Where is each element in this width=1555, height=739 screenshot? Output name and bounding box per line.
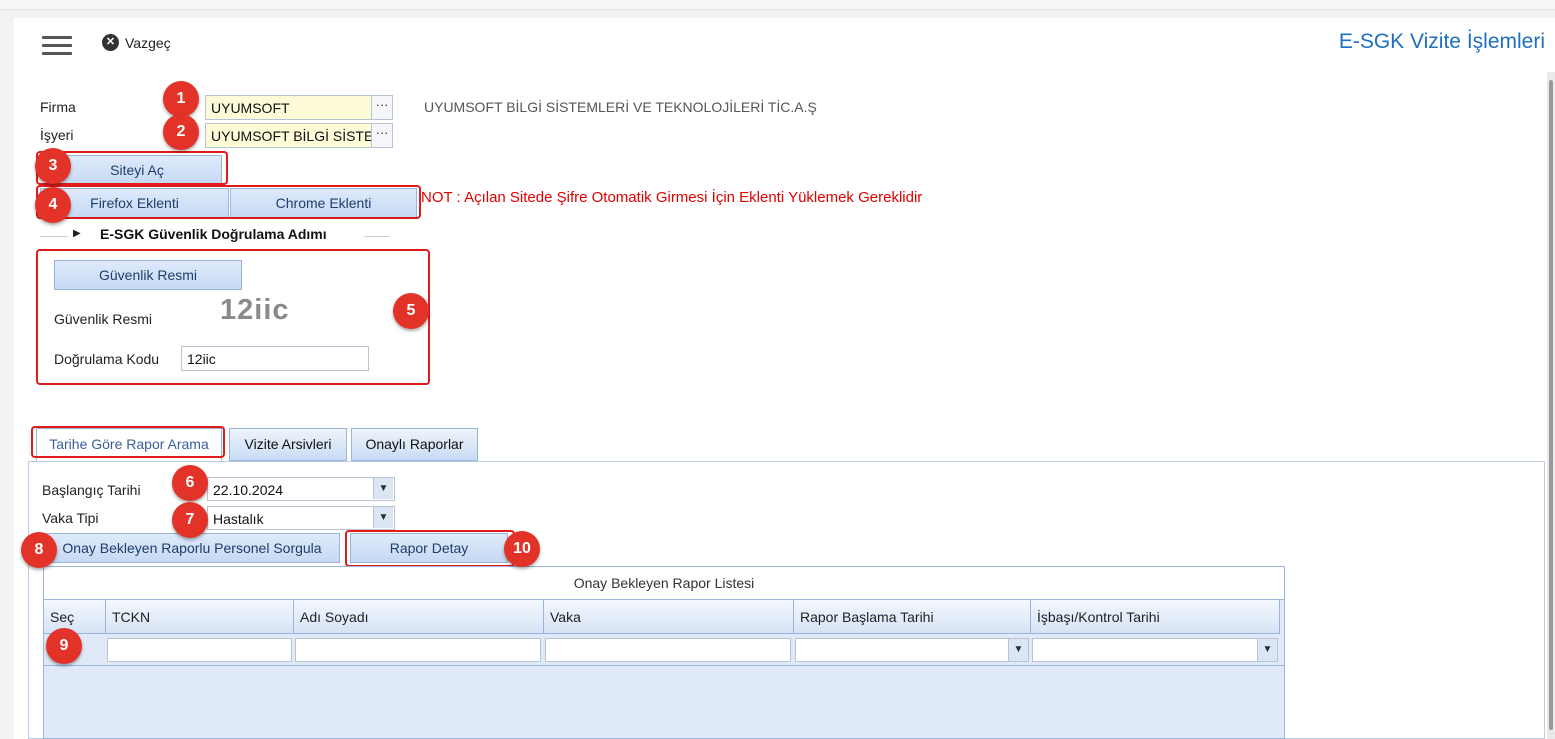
annotation-badge-1: 1 (163, 81, 199, 117)
expand-arrow-icon[interactable]: ▶ (73, 228, 81, 239)
firma-label: Firma (40, 99, 76, 115)
isyeri-input[interactable]: UYUMSOFT BİLGİ SİSTEMLERİ (205, 123, 373, 148)
chevron-down-icon[interactable]: ▼ (1257, 639, 1277, 661)
column-header-return-date[interactable]: İşbaşı/Kontrol Tarihi (1031, 600, 1280, 634)
extension-note: NOT : Açılan Sitede Şifre Otomatik Girme… (421, 189, 923, 206)
annotation-badge-3: 3 (35, 148, 71, 184)
annotation-badge-7: 7 (172, 502, 208, 538)
filter-case-input[interactable] (545, 638, 791, 662)
tab-approved-reports[interactable]: Onaylı Raporlar (351, 428, 478, 461)
close-circle-icon: ✕ (102, 34, 119, 51)
annotation-badge-2: 2 (163, 114, 199, 150)
tab-vizite-archives[interactable]: Vizite Arsivleri (229, 428, 347, 461)
window-top-strip (0, 0, 1555, 10)
annotation-badge-5: 5 (393, 293, 429, 329)
filter-tckn-input[interactable] (107, 638, 292, 662)
filter-name-input[interactable] (295, 638, 541, 662)
start-date-label: Başlangıç Tarihi (42, 482, 141, 498)
annotation-badge-9: 9 (46, 628, 82, 664)
filter-return-date-input[interactable]: ▼ (1032, 638, 1278, 662)
annotation-badge-6: 6 (172, 465, 208, 501)
annotation-badge-4: 4 (35, 187, 71, 223)
filter-report-start-input[interactable]: ▼ (795, 638, 1029, 662)
section-divider-right (364, 236, 390, 237)
column-header-case[interactable]: Vaka (544, 600, 794, 634)
annotation-box-4 (36, 185, 421, 219)
annotation-box-5 (36, 249, 430, 385)
cancel-label: Vazgeç (125, 34, 171, 51)
column-header-tckn[interactable]: TCKN (106, 600, 294, 634)
column-header-name[interactable]: Adı Soyadı (294, 600, 544, 634)
scrollbar-thumb[interactable] (1549, 80, 1553, 730)
page-title: E-SGK Vizite İşlemleri (1338, 30, 1545, 53)
pending-report-grid: Onay Bekleyen Rapor Listesi Seç TCKN Adı… (43, 566, 1285, 739)
annotation-box-10 (345, 530, 515, 567)
column-header-select[interactable]: Seç (44, 600, 106, 634)
firma-lookup-button[interactable]: ··· (371, 95, 393, 120)
section-divider-left (40, 236, 68, 237)
column-header-report-start[interactable]: Rapor Başlama Tarihi (794, 600, 1031, 634)
annotation-box-tab (31, 426, 225, 458)
cancel-button[interactable]: ✕ Vazgeç (102, 34, 171, 51)
firma-input[interactable]: UYUMSOFT (205, 95, 373, 120)
grid-caption: Onay Bekleyen Rapor Listesi (44, 567, 1284, 600)
start-date-input[interactable]: 22.10.2024 (207, 477, 395, 501)
hamburger-menu-icon[interactable] (42, 34, 74, 56)
chevron-down-icon[interactable]: ▼ (373, 507, 393, 528)
security-section-header[interactable]: ▶ E-SGK Güvenlik Doğrulama Adımı (40, 225, 390, 245)
chevron-down-icon[interactable]: ▼ (1008, 639, 1028, 661)
header-bar: ✕ Vazgeç E-SGK Vizite İşlemleri (14, 18, 1555, 72)
case-type-label: Vaka Tipi (42, 510, 99, 526)
grid-filter-row: ▼ ▼ (44, 634, 1284, 666)
chevron-down-icon[interactable]: ▼ (373, 478, 393, 499)
annotation-badge-10: 10 (504, 531, 540, 567)
isyeri-label: İşyeri (40, 127, 74, 143)
isyeri-lookup-button[interactable]: ··· (371, 123, 393, 148)
case-type-select[interactable]: Hastalık (207, 506, 395, 530)
annotation-badge-8: 8 (21, 532, 57, 568)
firma-description: UYUMSOFT BİLGİ SİSTEMLERİ VE TEKNOLOJİLE… (424, 99, 817, 115)
security-section-title: E-SGK Güvenlik Doğrulama Adımı (100, 226, 327, 242)
